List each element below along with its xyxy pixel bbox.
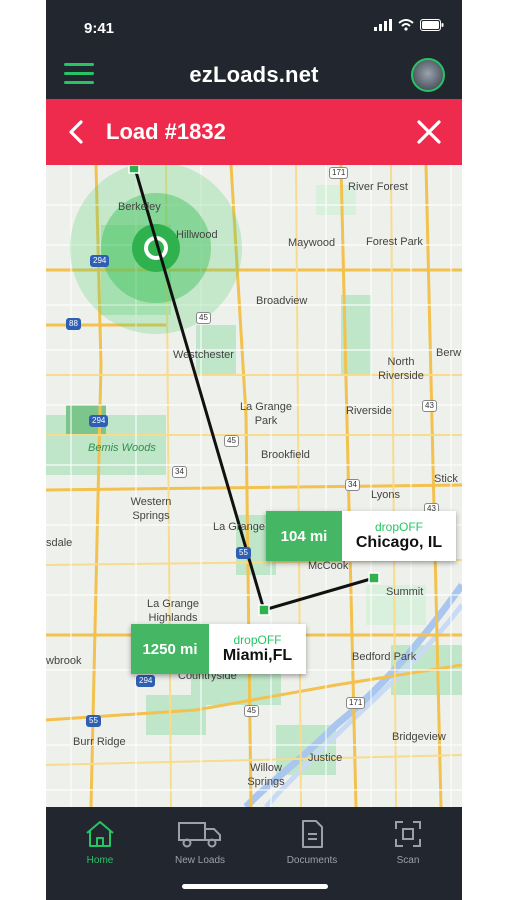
highway-shield: 294: [89, 415, 109, 427]
highway-shield: 171: [346, 697, 366, 709]
map-label: wbrook: [46, 655, 82, 667]
map-label: La Grange: [213, 521, 265, 533]
phone-screen: 9:41 ezLoads.net Load #1832 River Forest…: [46, 0, 462, 900]
route-distance: 104 mi: [266, 511, 342, 561]
map-label: sdale: [46, 537, 73, 549]
highway-shield: 43: [422, 400, 437, 412]
scan-icon: [395, 821, 421, 847]
highway-shield: 55: [236, 547, 251, 559]
map-label: Forest Park: [366, 236, 423, 248]
map-label: Berw: [436, 347, 462, 359]
map-label: La Grange Park: [240, 401, 292, 427]
wifi-icon: [398, 19, 414, 31]
tab-label: Scan: [396, 855, 420, 866]
highway-shield: 45: [224, 435, 239, 447]
map-label: Burr Ridge: [73, 736, 126, 748]
route-type-label: dropOFF: [233, 633, 282, 647]
map-label: Bemis Woods: [88, 442, 156, 454]
map-label: Broadview: [256, 295, 308, 307]
document-icon: [302, 820, 323, 848]
close-icon[interactable]: [416, 119, 442, 145]
tab-documents[interactable]: Documents: [272, 819, 352, 866]
tab-label: Home: [86, 855, 114, 866]
map-label: Lyons: [371, 489, 400, 501]
app-bar: ezLoads.net: [46, 52, 462, 99]
app-title: ezLoads.net: [189, 62, 319, 87]
status-time: 9:41: [84, 20, 115, 37]
highway-shield: 171: [329, 167, 349, 179]
highway-shield: 294: [90, 255, 110, 267]
battery-icon: [420, 19, 444, 31]
route-city: Chicago, IL: [355, 534, 443, 551]
status-bar: 9:41: [46, 0, 462, 52]
home-icon: [86, 821, 114, 847]
highway-shield: 294: [136, 675, 156, 687]
signal-icon: [374, 19, 392, 31]
highway-shield: 34: [172, 466, 187, 478]
map-label: Hillwood: [176, 229, 218, 241]
avatar[interactable]: [411, 58, 445, 92]
home-indicator: [182, 884, 328, 889]
map-label: Brookfield: [261, 449, 310, 461]
route-map[interactable]: River Forest Maywood Forest Park Berkele…: [46, 165, 462, 807]
map-label: North Riverside: [378, 356, 424, 382]
map-label: Justice: [308, 752, 343, 764]
load-title: Load #1832: [106, 119, 226, 144]
map-label: Bedford Park: [352, 651, 417, 663]
status-icons: [374, 19, 444, 31]
tab-new-loads[interactable]: New Loads: [160, 819, 240, 866]
highway-shield: 34: [345, 479, 360, 491]
route-card-miami[interactable]: 1250 mi dropOFF Miami,FL: [131, 624, 306, 674]
map-label: Summit: [386, 586, 424, 598]
route-type-label: dropOFF: [374, 520, 423, 534]
route-destination: dropOFF Miami,FL: [209, 624, 306, 674]
highway-shield: 45: [196, 312, 211, 324]
map-label: Bridgeview: [392, 731, 446, 743]
highway-shield: 45: [244, 705, 259, 717]
tab-scan[interactable]: Scan: [368, 819, 448, 866]
map-label: Riverside: [346, 405, 392, 417]
highway-shield: 88: [66, 318, 81, 330]
map-label: Western Springs: [130, 496, 172, 522]
map-label: Westchester: [173, 349, 234, 361]
map-label: La Grange Highlands: [147, 598, 199, 624]
route-card-chicago[interactable]: 104 mi dropOFF Chicago, IL: [266, 511, 456, 561]
truck-icon: [178, 822, 221, 848]
map-label: Stick: [434, 473, 458, 485]
tab-label: New Loads: [174, 855, 226, 866]
load-header: Load #1832: [46, 99, 462, 165]
highway-shield: 55: [86, 715, 101, 727]
map-label: Willow Springs: [247, 762, 285, 788]
map-label: River Forest: [348, 181, 408, 193]
tab-label: Documents: [286, 855, 338, 866]
map-label: Maywood: [288, 237, 336, 249]
route-destination: dropOFF Chicago, IL: [342, 511, 456, 561]
route-city: Miami,FL: [222, 647, 293, 664]
map-label: Berkeley: [118, 201, 161, 213]
map-label: McCook: [308, 560, 349, 572]
back-arrow-icon[interactable]: [66, 119, 86, 145]
tab-home[interactable]: Home: [60, 819, 140, 866]
route-distance: 1250 mi: [131, 624, 209, 674]
